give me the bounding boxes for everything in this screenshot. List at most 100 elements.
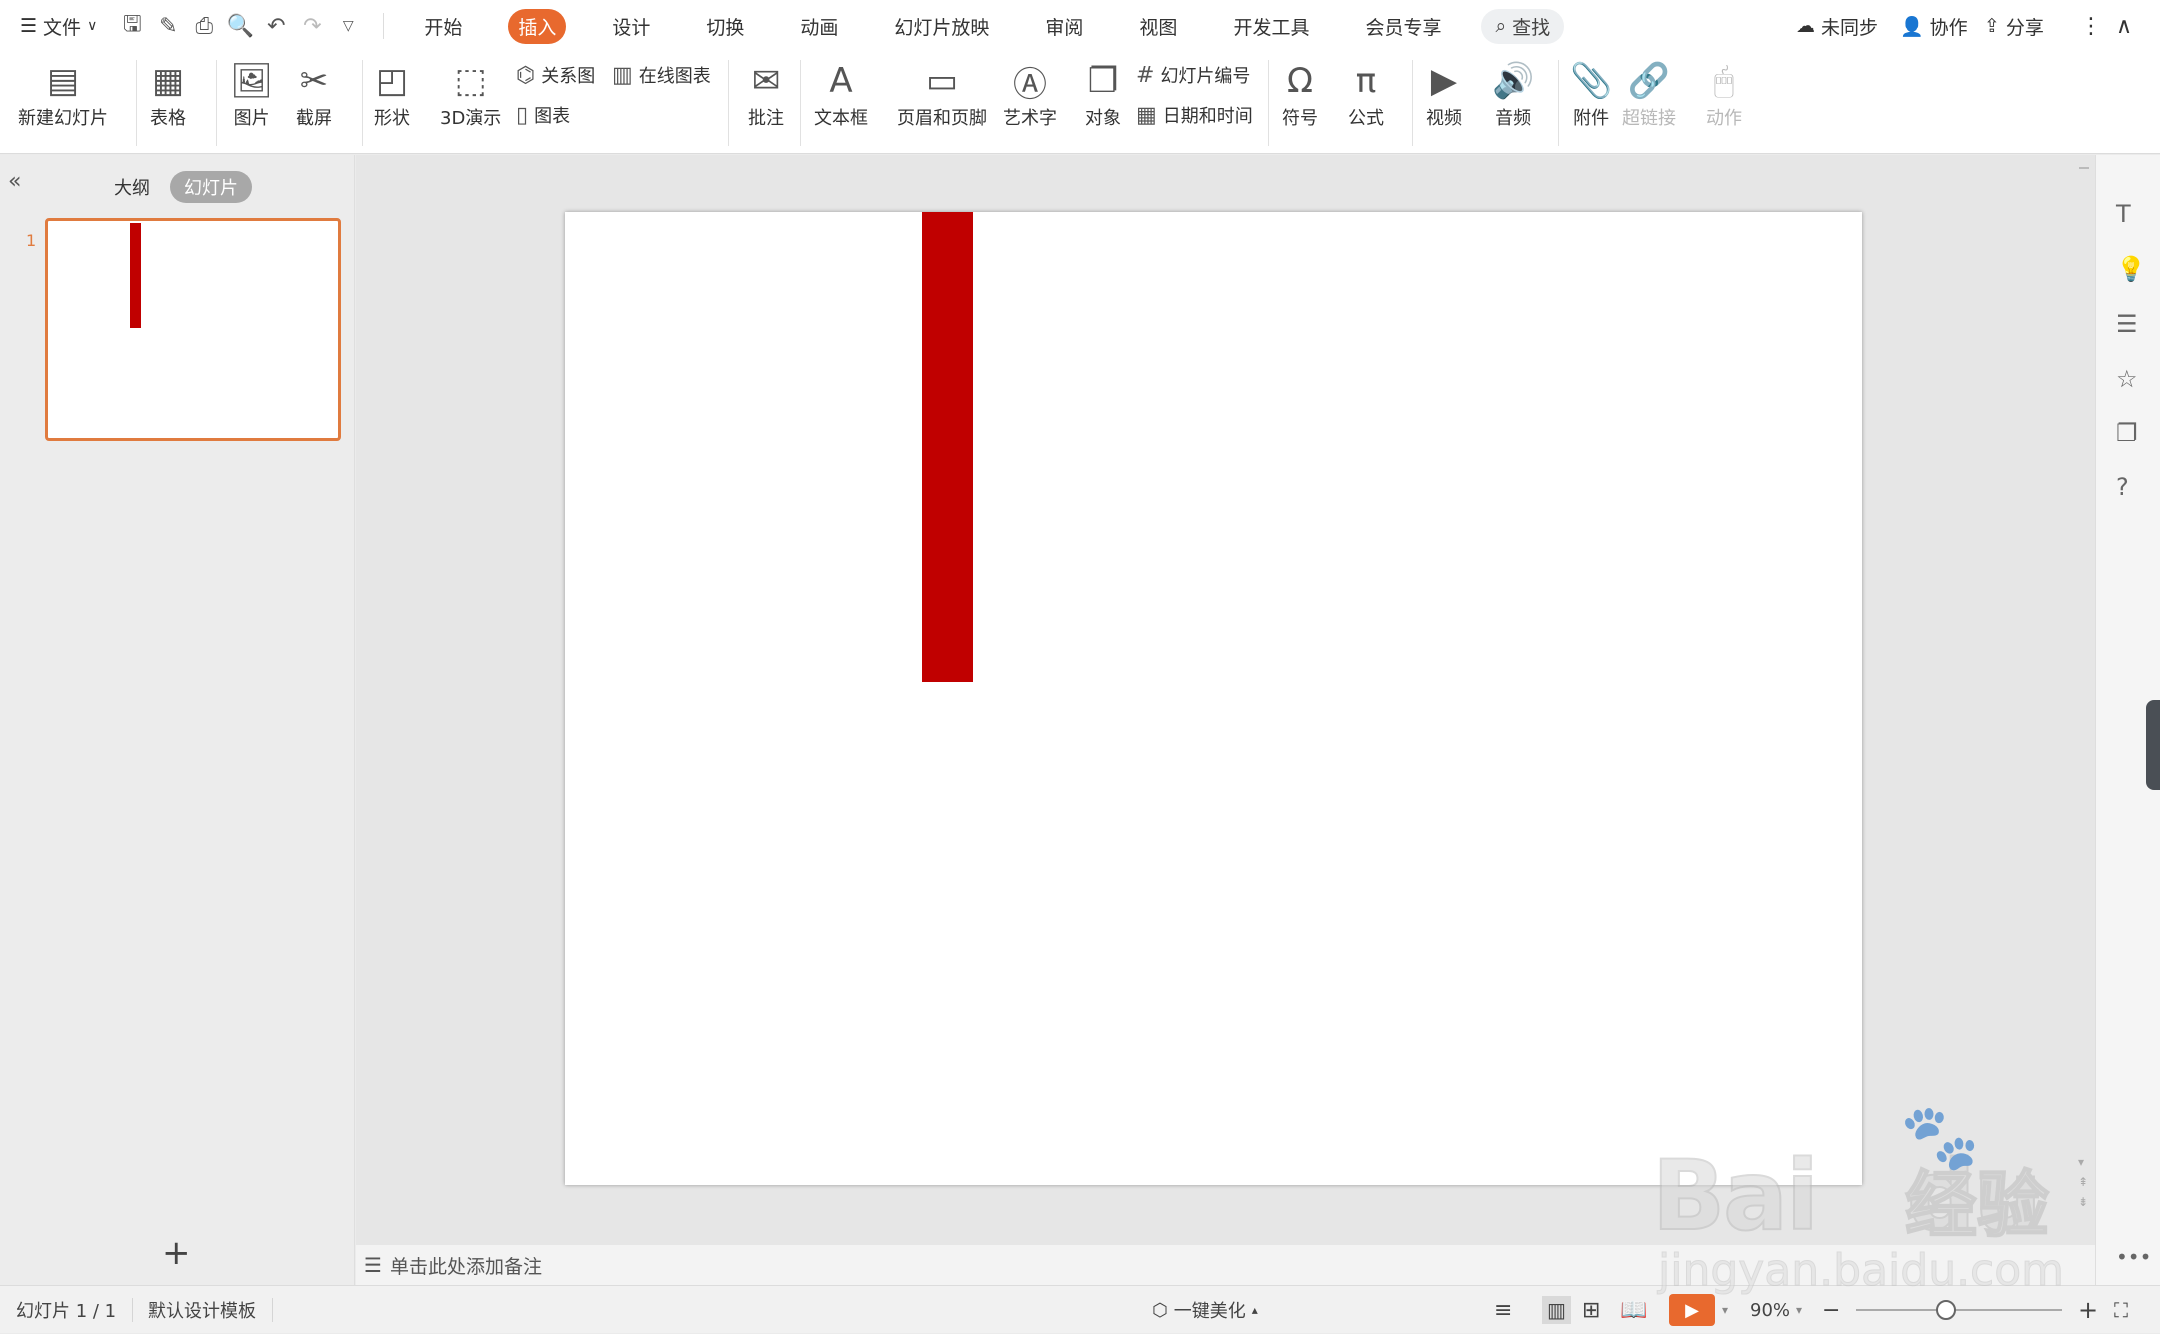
textbox-icon: A <box>829 61 853 101</box>
right-sidebar: T 💡 ☰ ☆ ❐ ? ••• <box>2095 155 2160 1285</box>
format-painter-icon[interactable]: ✎ <box>155 13 181 39</box>
3d-demo-button[interactable]: ⬚ 3D演示 <box>440 58 501 130</box>
symbol-button[interactable]: Ω 符号 <box>1282 58 1318 130</box>
new-slide-button[interactable]: ▤ 新建幻灯片 <box>18 58 108 130</box>
help-icon[interactable]: ? <box>2116 473 2129 501</box>
table-button[interactable]: ▦ 表格 <box>150 58 186 130</box>
slide-transition-icon[interactable]: ❐ <box>2116 419 2138 447</box>
zoom-slider-thumb[interactable] <box>1936 1300 1956 1320</box>
prev-slide-icon[interactable]: ⇞ <box>2078 1175 2088 1189</box>
file-menu[interactable]: ☰ 文件 ∨ <box>20 13 97 40</box>
notes-toggle-icon[interactable]: ≡ <box>1494 1286 1512 1334</box>
attachment-button[interactable]: 📎 附件 <box>1570 58 1612 130</box>
comment-button[interactable]: ✉ 批注 <box>748 58 784 130</box>
zoom-out-icon[interactable]: − <box>1822 1286 1840 1334</box>
zoom-in-icon[interactable]: + <box>2078 1286 2098 1334</box>
collapse-ribbon-icon[interactable]: ∧ <box>2116 0 2132 52</box>
sync-button[interactable]: ☁ 未同步 <box>1796 0 1878 52</box>
tab-transition[interactable]: 切换 <box>696 9 754 44</box>
table-icon: ▦ <box>151 61 185 101</box>
add-slide-icon[interactable]: + <box>162 1233 191 1273</box>
slide-number-button[interactable]: # 幻灯片编号 <box>1136 62 1250 88</box>
tab-animation[interactable]: 动画 <box>790 9 848 44</box>
notes-bar[interactable]: ☰ 单击此处添加备注 <box>356 1245 2095 1285</box>
tab-developer[interactable]: 开发工具 <box>1223 9 1319 44</box>
normal-view-icon[interactable]: ▥ <box>1542 1286 1571 1334</box>
play-options-icon[interactable]: ▾ <box>1722 1286 1728 1334</box>
chart-button[interactable]: ▯ 图表 <box>516 102 570 128</box>
redo-icon[interactable]: ↷ <box>299 13 325 39</box>
scroll-handle-icon <box>2079 167 2089 169</box>
text-icon[interactable]: T <box>2116 200 2131 228</box>
video-icon: ▶ <box>1430 61 1458 101</box>
action-button[interactable]: 🖱 动作 <box>1706 58 1742 130</box>
share-button[interactable]: ⇪ 分享 <box>1984 0 2044 52</box>
object-icon: ❐ <box>1087 61 1119 101</box>
grid-view-icon[interactable]: ⊞ <box>1582 1286 1600 1334</box>
header-footer-button[interactable]: ▭ 页眉和页脚 <box>897 58 987 130</box>
save-icon[interactable]: 🖫 <box>119 12 145 39</box>
audio-button[interactable]: 🔊 音频 <box>1492 58 1534 130</box>
screenshot-button[interactable]: ✂ 截屏 <box>296 58 332 130</box>
reading-view-icon[interactable]: 📖 <box>1620 1286 1647 1334</box>
tab-view[interactable]: 视图 <box>1129 9 1187 44</box>
online-chart-button[interactable]: ▥ 在线图表 <box>612 62 711 88</box>
side-handle[interactable] <box>2146 700 2160 790</box>
speaker-icon: 🔊 <box>1492 61 1535 101</box>
tab-design[interactable]: 设计 <box>602 9 660 44</box>
slide-thumbnail[interactable] <box>45 218 341 441</box>
tab-outline[interactable]: 大纲 <box>100 171 164 203</box>
fit-window-icon[interactable]: ⛶ <box>2114 1286 2128 1334</box>
scroll-down-icon[interactable]: ▾ <box>2078 1155 2084 1169</box>
textbox-button[interactable]: A 文本框 <box>814 58 868 130</box>
shape-button[interactable]: ◰ 形状 <box>374 58 410 130</box>
print-icon[interactable]: ⎙ <box>191 13 217 39</box>
customize-toolbar-icon[interactable]: ▽ <box>335 13 361 39</box>
star-pin-icon[interactable]: ☆ <box>2116 365 2138 393</box>
red-rectangle-shape[interactable] <box>922 212 973 682</box>
tab-member[interactable]: 会员专享 <box>1355 9 1451 44</box>
more-options-icon[interactable]: ••• <box>2116 1245 2151 1269</box>
hyperlink-button[interactable]: 🔗 超链接 <box>1622 58 1676 130</box>
undo-icon[interactable]: ↶ <box>263 13 289 39</box>
3d-icon: ⬚ <box>454 61 487 101</box>
caret-up-icon: ▴ <box>1251 1303 1258 1317</box>
tab-review[interactable]: 审阅 <box>1035 9 1093 44</box>
online-chart-icon: ▥ <box>612 62 633 88</box>
datetime-button[interactable]: ▦ 日期和时间 <box>1136 102 1253 128</box>
wordart-button[interactable]: Ⓐ 艺术字 <box>1003 58 1057 130</box>
more-icon[interactable]: ⋮ <box>2080 0 2102 52</box>
video-button[interactable]: ▶ 视频 <box>1426 58 1462 130</box>
object-button[interactable]: ❐ 对象 <box>1085 58 1121 130</box>
sliders-icon[interactable]: ☰ <box>2116 310 2138 338</box>
slide[interactable] <box>565 212 1862 1185</box>
print-preview-icon[interactable]: 🔍 <box>227 13 254 39</box>
search-box[interactable]: ⌕ 查找 <box>1481 8 1565 44</box>
zoom-slider[interactable] <box>1856 1309 2062 1311</box>
editing-canvas <box>356 155 2073 1245</box>
picture-button[interactable]: 🖼 图片 <box>230 58 273 130</box>
header-footer-icon: ▭ <box>925 61 959 101</box>
relation-chart-button[interactable]: ⌬ 关系图 <box>516 62 595 88</box>
tab-insert[interactable]: 插入 <box>508 8 567 44</box>
lightbulb-icon[interactable]: 💡 <box>2116 255 2146 283</box>
tab-home[interactable]: 开始 <box>414 9 472 44</box>
tab-slides[interactable]: 幻灯片 <box>170 171 252 203</box>
link-icon: 🔗 <box>1627 61 1671 101</box>
zoom-level[interactable]: 90% ▾ <box>1750 1286 1802 1334</box>
beautify-button[interactable]: ⬡ 一键美化 ▴ <box>1152 1286 1258 1334</box>
hamburger-icon: ☰ <box>20 15 38 37</box>
play-slideshow-button[interactable]: ▶ <box>1669 1294 1715 1326</box>
next-slide-icon[interactable]: ⇟ <box>2078 1195 2088 1209</box>
formula-button[interactable]: π 公式 <box>1348 58 1384 130</box>
wordart-icon: Ⓐ <box>1013 64 1047 105</box>
vertical-scrollbar[interactable]: ▾ ⇞ ⇟ <box>2073 155 2095 1245</box>
template-name[interactable]: 默认设计模板 <box>148 1286 256 1334</box>
collab-button[interactable]: 👤 协作 <box>1900 0 1968 52</box>
slide-count: 幻灯片 1 / 1 <box>16 1301 117 1322</box>
tab-slideshow[interactable]: 幻灯片放映 <box>884 9 999 44</box>
relation-icon: ⌬ <box>516 62 536 88</box>
slide-number-icon: # <box>1136 62 1155 88</box>
shape-icon: ◰ <box>375 61 409 101</box>
collapse-panel-icon[interactable]: « <box>8 169 21 194</box>
